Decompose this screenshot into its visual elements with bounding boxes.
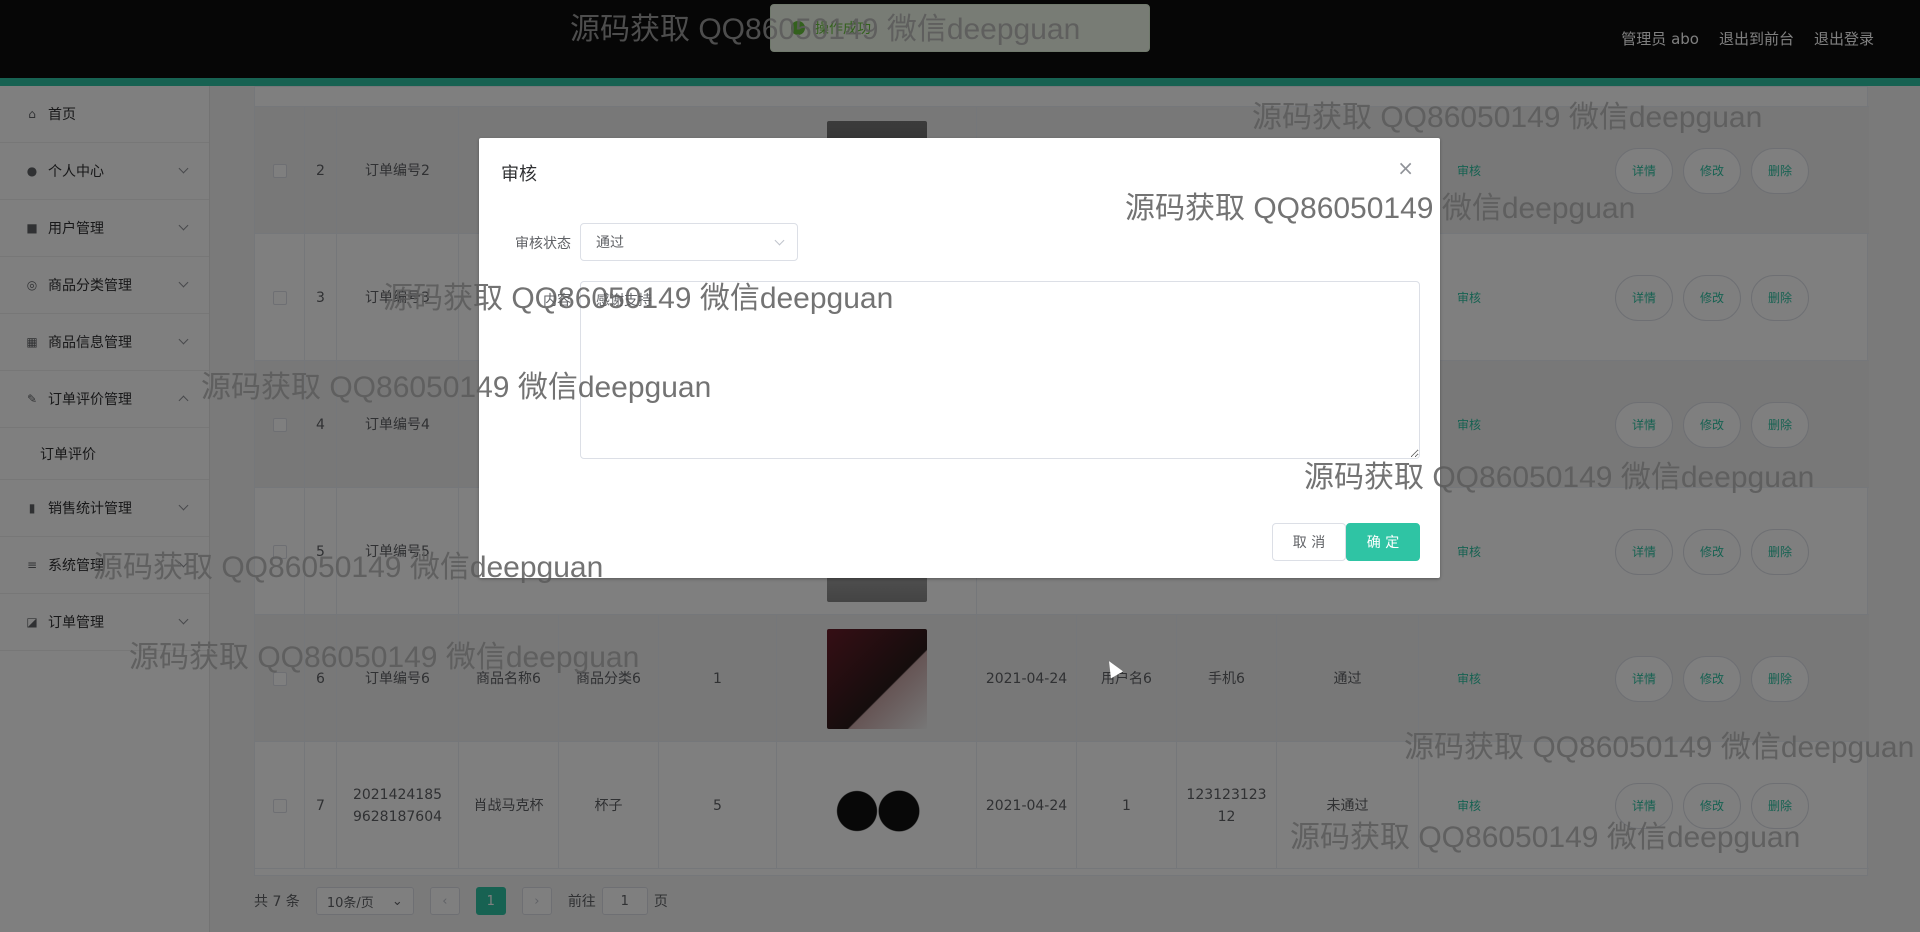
watermark-text: 源码获取 QQ86050149 微信deepguan: [201, 371, 712, 404]
watermark-text: 源码获取 QQ86050149 微信deepguan: [1304, 461, 1815, 494]
status-label: 审核状态: [515, 236, 571, 252]
status-select[interactable]: 通过: [580, 223, 798, 261]
watermark-text: 源码获取 QQ86050149 微信deepguan: [383, 282, 894, 315]
watermark-text: 源码获取 QQ86050149 微信deepguan: [1404, 731, 1915, 764]
watermark-text: 源码获取 QQ86050149 微信deepguan: [1290, 821, 1801, 854]
chevron-down-icon: [774, 235, 785, 246]
watermark-text: 源码获取 QQ86050149 微信deepguan: [93, 551, 604, 584]
watermark-text: 源码获取 QQ86050149 微信deepguan: [1252, 101, 1763, 134]
watermark-text: 源码获取 QQ86050149 微信deepguan: [129, 641, 640, 674]
watermark-text: 源码获取 QQ86050149 微信deepguan: [570, 13, 1081, 46]
confirm-button[interactable]: 确 定: [1346, 523, 1420, 561]
close-icon[interactable]: ×: [1397, 156, 1414, 180]
status-value: 通过: [596, 235, 624, 251]
cancel-button[interactable]: 取 消: [1272, 523, 1346, 561]
dialog-title: 审核: [501, 164, 537, 185]
watermark-text: 源码获取 QQ86050149 微信deepguan: [1125, 192, 1636, 225]
